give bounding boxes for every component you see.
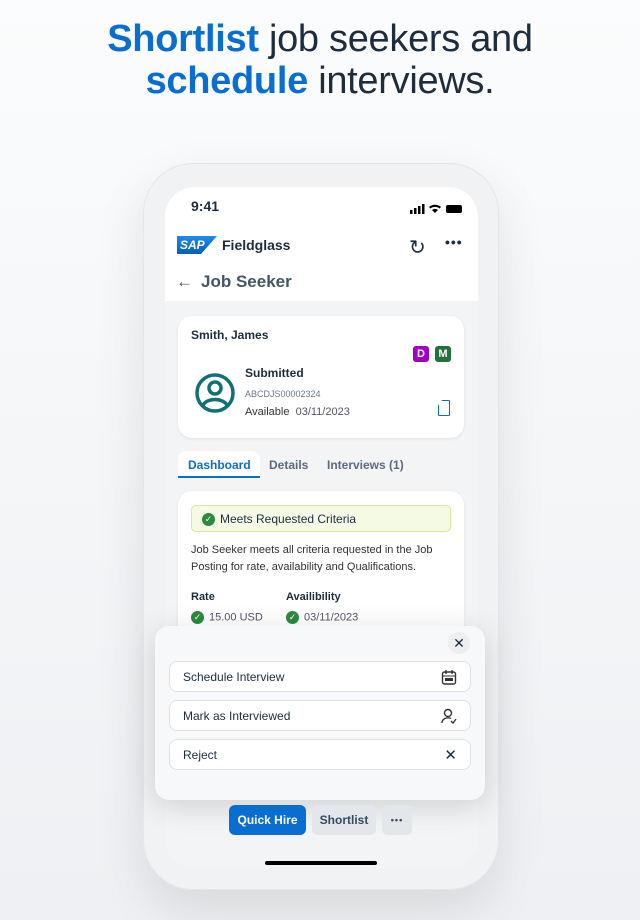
person-check-icon [441, 708, 457, 724]
availability-value: 03/11/2023 [304, 611, 359, 624]
headline-text: job seekers and [258, 18, 533, 60]
mark-as-interviewed-button[interactable]: Mark as Interviewed [169, 700, 471, 731]
schedule-interview-button[interactable]: Schedule Interview [169, 661, 471, 692]
criteria-banner: ✓ Meets Requested Criteria [191, 505, 451, 532]
tab-details[interactable]: Details [269, 458, 308, 472]
more-icon[interactable]: ••• [445, 234, 463, 250]
more-actions-button[interactable]: ••• [382, 805, 412, 835]
refresh-icon[interactable]: ↻ [409, 235, 426, 260]
tab-interviews[interactable]: Interviews (1) [327, 458, 404, 472]
close-icon: ✕ [444, 746, 457, 764]
check-icon: ✓ [191, 611, 204, 624]
rate-label: Rate [191, 591, 215, 603]
badge-d: D [413, 346, 429, 362]
action-sheet: ✕ Schedule Interview Mark as Interviewed… [155, 626, 485, 800]
action-label: Reject [183, 747, 218, 762]
badge-m: M [435, 346, 451, 362]
shortlist-button[interactable]: Shortlist [312, 805, 376, 835]
headline-accent: schedule [145, 60, 309, 102]
check-icon: ✓ [202, 513, 215, 527]
reject-button[interactable]: Reject ✕ [169, 739, 471, 770]
avatar-icon [194, 372, 236, 419]
headline: Shortlist job seekers and schedule inter… [0, 18, 640, 102]
document-icon[interactable] [438, 400, 450, 416]
candidate-status: Submitted [245, 366, 304, 380]
available-label: Available [245, 406, 290, 418]
availability-label: Availibility [286, 591, 341, 603]
candidate-id: ABCDJS00002324 [245, 389, 321, 399]
headline-accent: Shortlist [107, 18, 259, 60]
arrow-left-icon[interactable]: ← [176, 272, 193, 292]
candidate-name: Smith, James [191, 328, 269, 342]
rate-value: 15.00 USD [209, 611, 263, 624]
app-title: Fieldglass [222, 237, 291, 253]
criteria-text: Meets Requested Criteria [220, 512, 357, 526]
candidate-card[interactable]: Smith, James D M Submitted ABCDJS0000232… [178, 316, 464, 438]
check-icon: ✓ [286, 611, 299, 624]
status-icons [410, 201, 464, 219]
close-sheet-button[interactable]: ✕ [448, 632, 470, 654]
criteria-description: Job Seeker meets all criteria requested … [191, 544, 433, 573]
action-label: Schedule Interview [183, 669, 285, 684]
page-title: Job Seeker [201, 272, 292, 291]
tab-dashboard-label[interactable]: Dashboard [188, 458, 251, 472]
quick-hire-button[interactable]: Quick Hire [229, 805, 306, 835]
headline-text: interviews. [307, 60, 495, 102]
action-label: Mark as Interviewed [183, 708, 291, 723]
calendar-icon [441, 669, 457, 685]
status-time: 9:41 [191, 198, 220, 214]
available-date: 03/11/2023 [295, 406, 350, 418]
home-indicator [265, 861, 377, 865]
